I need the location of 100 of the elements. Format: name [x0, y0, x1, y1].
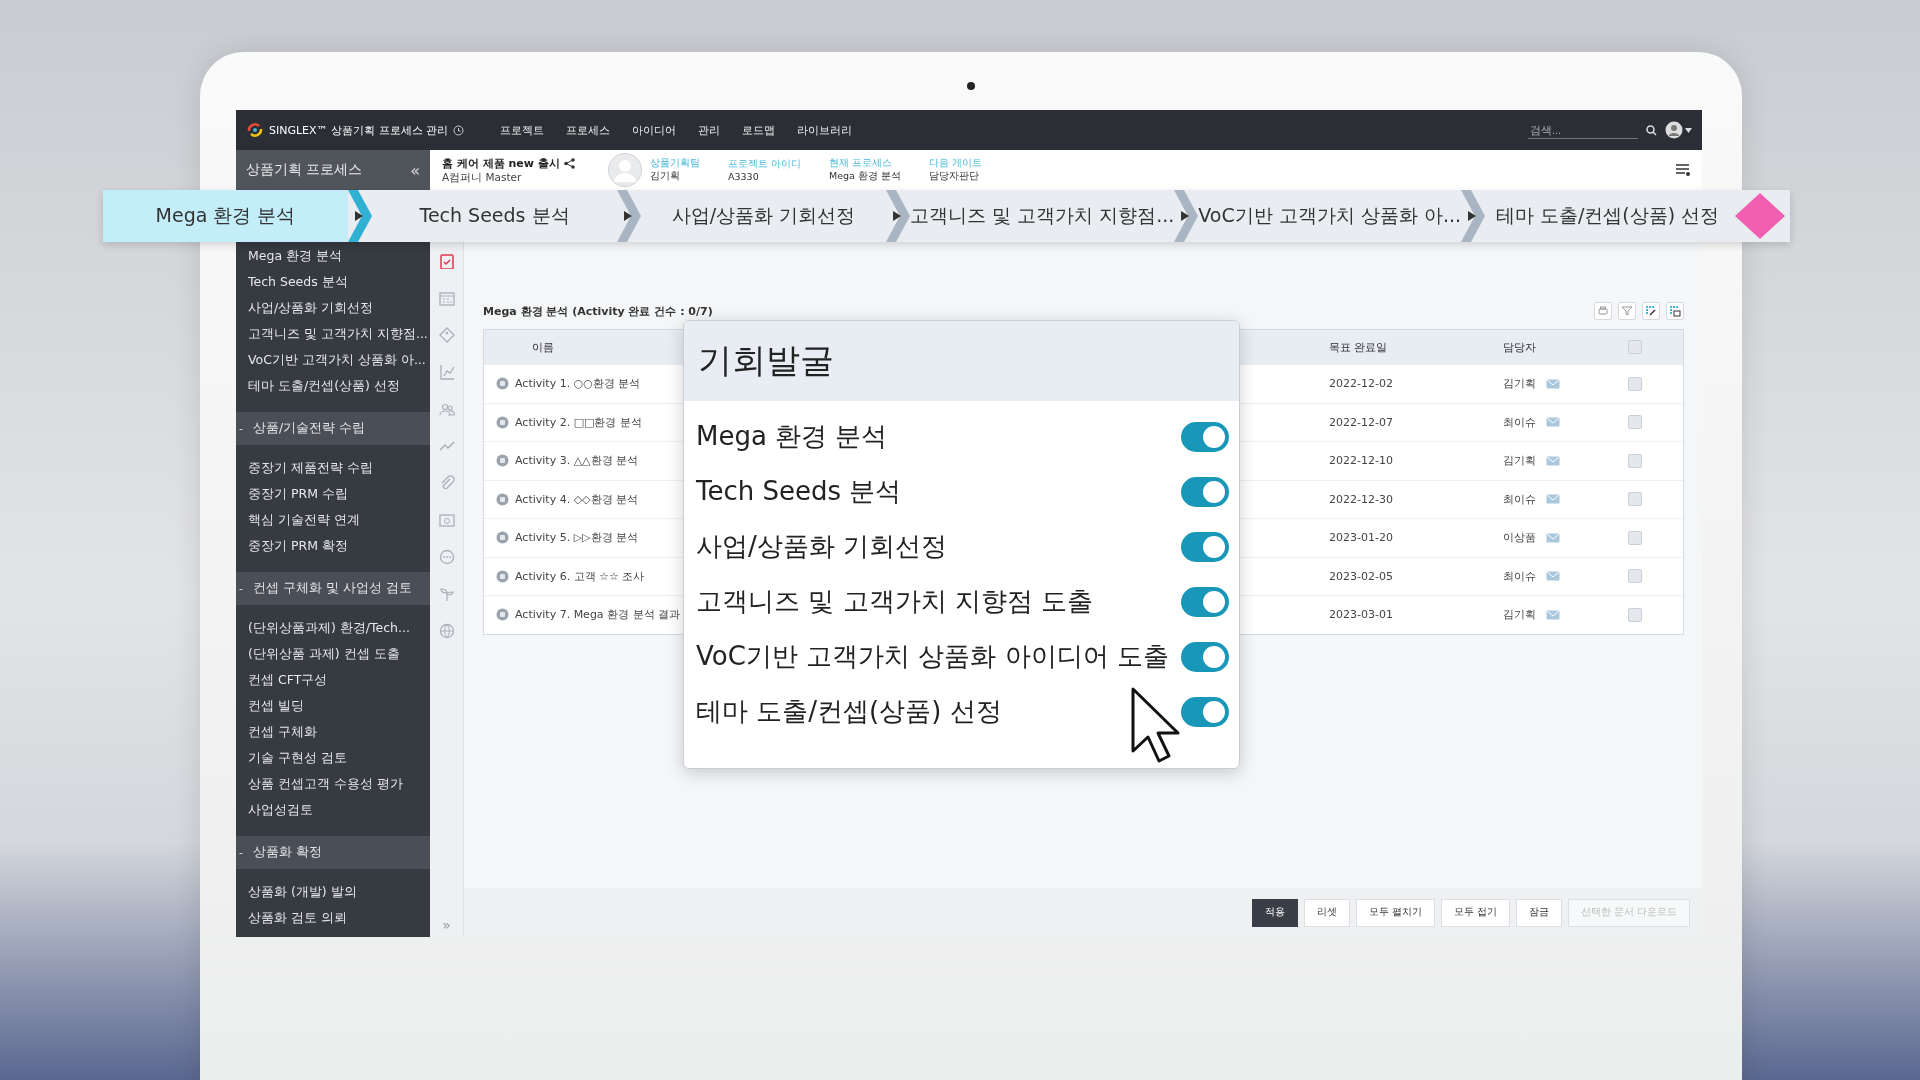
sidebar-item[interactable]: 중장기 PRM 수립	[236, 481, 430, 507]
chat-icon[interactable]	[438, 549, 455, 565]
sidebar-item[interactable]: 중장기 PRM 확정	[236, 533, 430, 559]
sidebar-item[interactable]: 고객니즈 및 고객가치 지향점...	[236, 321, 430, 347]
folder-icon[interactable]	[438, 512, 455, 528]
toggle-switch[interactable]	[1181, 586, 1229, 617]
sidebar-item[interactable]: 상품화 검토 의뢰	[236, 905, 430, 931]
sidebar-item[interactable]: 상품 컨셉고객 수용성 평가	[236, 771, 430, 797]
section-header[interactable]: - 컨셉 구체화 및 사업성 검토	[236, 572, 430, 605]
section-header[interactable]: - 상품화 확정	[236, 836, 430, 869]
mail-icon[interactable]	[1546, 494, 1560, 505]
activity-name[interactable]: Activity 6. 고객 ☆☆ 조사	[515, 568, 645, 584]
process-step[interactable]: VoC기반 고객가치 상품화 아...	[1198, 190, 1461, 242]
toggle-switch[interactable]	[1181, 696, 1229, 727]
status-icon	[496, 531, 509, 545]
mail-icon[interactable]	[1546, 609, 1560, 620]
sidebar-title: 상품기획 프로세스	[246, 161, 363, 179]
checkbox[interactable]	[1628, 340, 1642, 354]
menu-icon[interactable]	[1676, 164, 1690, 176]
sidebar-item[interactable]: 사업/상품화 기회선정	[236, 295, 430, 321]
sidebar-item[interactable]: VoC기반 고객가치 상품화 아...	[236, 347, 430, 373]
edit-columns-icon	[1645, 305, 1657, 317]
action-button[interactable]: 잠금	[1515, 898, 1562, 927]
process-step[interactable]: Mega 환경 분석	[103, 190, 349, 242]
process-step[interactable]: Tech Seeds 분석	[372, 190, 618, 242]
sidebar-item[interactable]: Tech Seeds 분석	[236, 269, 430, 295]
menu-item[interactable]: 관리	[698, 122, 721, 138]
activity-name[interactable]: Activity 3. △△환경 분석	[515, 453, 639, 469]
checkbox[interactable]	[1628, 569, 1642, 584]
clock-icon[interactable]	[453, 124, 465, 136]
sidebar-item[interactable]: Mega 환경 분석	[236, 243, 430, 269]
sidebar-item[interactable]: (단위상품 과제) 컨셉 도출	[236, 641, 430, 667]
toggle-mark[interactable]: -	[236, 582, 243, 595]
search-field[interactable]: 검색...	[1528, 121, 1638, 139]
sidebar-item[interactable]: 컨셉 CFT구성	[236, 667, 430, 693]
process-step[interactable]: 고객니즈 및 고객가치 지향점...	[910, 190, 1175, 242]
checkbox[interactable]	[1628, 492, 1642, 507]
globe-icon[interactable]	[438, 623, 455, 639]
avatar-icon[interactable]	[1665, 121, 1683, 139]
action-button[interactable]: 모두 펼치기	[1355, 898, 1435, 927]
toggle-switch[interactable]	[1181, 531, 1229, 562]
activity-name[interactable]: Activity 1. ○○환경 분석	[515, 376, 641, 392]
checkbox[interactable]	[1628, 530, 1642, 545]
checkbox[interactable]	[1628, 607, 1642, 622]
menu-item[interactable]: 프로젝트	[500, 122, 545, 138]
calendar-icon[interactable]	[438, 290, 455, 306]
clipboard-icon[interactable]	[438, 253, 455, 269]
sidebar-item[interactable]: (단위상품과제) 환경/Tech...	[236, 615, 430, 641]
search-icon[interactable]	[1646, 124, 1657, 136]
mail-icon[interactable]	[1546, 532, 1560, 543]
process-step[interactable]: 사업/상품화 기회선정	[641, 190, 887, 242]
checkbox[interactable]	[1628, 453, 1642, 468]
sidebar-item[interactable]: 컨셉 구체화	[236, 719, 430, 745]
print-button[interactable]	[1594, 302, 1612, 320]
mail-icon[interactable]	[1546, 417, 1560, 428]
option-label: 사업/상품화 기회선정	[696, 530, 948, 563]
sprout-icon[interactable]	[438, 586, 455, 602]
activity-name[interactable]: Activity 5. ▷▷환경 분석	[515, 530, 639, 546]
process-step[interactable]: 테마 도출/컨셉(상품) 선정	[1485, 190, 1731, 242]
sidebar-item[interactable]: 기술 구현성 검토	[236, 745, 430, 771]
toggle-mark[interactable]: -	[236, 422, 243, 435]
toggle-switch[interactable]	[1181, 476, 1229, 507]
filter-button[interactable]	[1618, 302, 1636, 320]
menu-item[interactable]: 라이브러리	[797, 122, 853, 138]
caret-icon[interactable]	[1685, 127, 1692, 133]
action-button[interactable]: 적용	[1251, 898, 1298, 927]
section-header[interactable]: - 상품/기술전략 수립	[236, 412, 430, 445]
section-title: 상품화 확정	[253, 844, 322, 861]
sidebar-item[interactable]: 컨셉 빌딩	[236, 693, 430, 719]
toggle-mark[interactable]: -	[236, 846, 243, 859]
collapse-button[interactable]: «	[410, 160, 420, 180]
mail-icon[interactable]	[1546, 455, 1560, 466]
tag-icon[interactable]	[438, 327, 455, 343]
activity-name[interactable]: Activity 2. □□환경 분석	[515, 414, 642, 430]
chart-icon[interactable]	[438, 364, 455, 380]
section-title: 상품/기술전략 수립	[253, 420, 366, 437]
checkbox[interactable]	[1628, 376, 1642, 391]
menu-item[interactable]: 아이디어	[632, 122, 677, 138]
sidebar-item[interactable]: 핵심 기술전략 연계	[236, 507, 430, 533]
sidebar-item[interactable]: 중장기 제품전략 수립	[236, 455, 430, 481]
activity-name[interactable]: Activity 7. Mega 환경 분석 결과	[515, 607, 681, 623]
edit-columns-button[interactable]	[1642, 302, 1660, 320]
mail-icon[interactable]	[1546, 378, 1560, 389]
sidebar-item[interactable]: 사업성검토	[236, 797, 430, 823]
toggle-switch[interactable]	[1181, 421, 1229, 452]
share-icon[interactable]	[563, 157, 575, 169]
menu-item[interactable]: 프로세스	[566, 122, 611, 138]
toggle-switch[interactable]	[1181, 641, 1229, 672]
grid-button[interactable]	[1666, 302, 1684, 320]
field-value: 담당자판단	[928, 170, 980, 183]
owner-cell: 김기획	[1503, 607, 1536, 623]
sidebar-item[interactable]: 상품화 (개발) 발의	[236, 879, 430, 905]
action-button[interactable]: 모두 접기	[1440, 898, 1510, 927]
activity-name[interactable]: Activity 4. ◇◇환경 분석	[515, 491, 639, 507]
sidebar-item[interactable]: 테마 도출/컨셉(상품) 선정	[236, 373, 430, 399]
mail-icon[interactable]	[1546, 571, 1560, 582]
checkbox[interactable]	[1628, 415, 1642, 430]
menu-item[interactable]: 로드맵	[742, 122, 776, 138]
action-button[interactable]: 리셋	[1303, 898, 1350, 927]
people-icon[interactable]	[438, 401, 455, 417]
